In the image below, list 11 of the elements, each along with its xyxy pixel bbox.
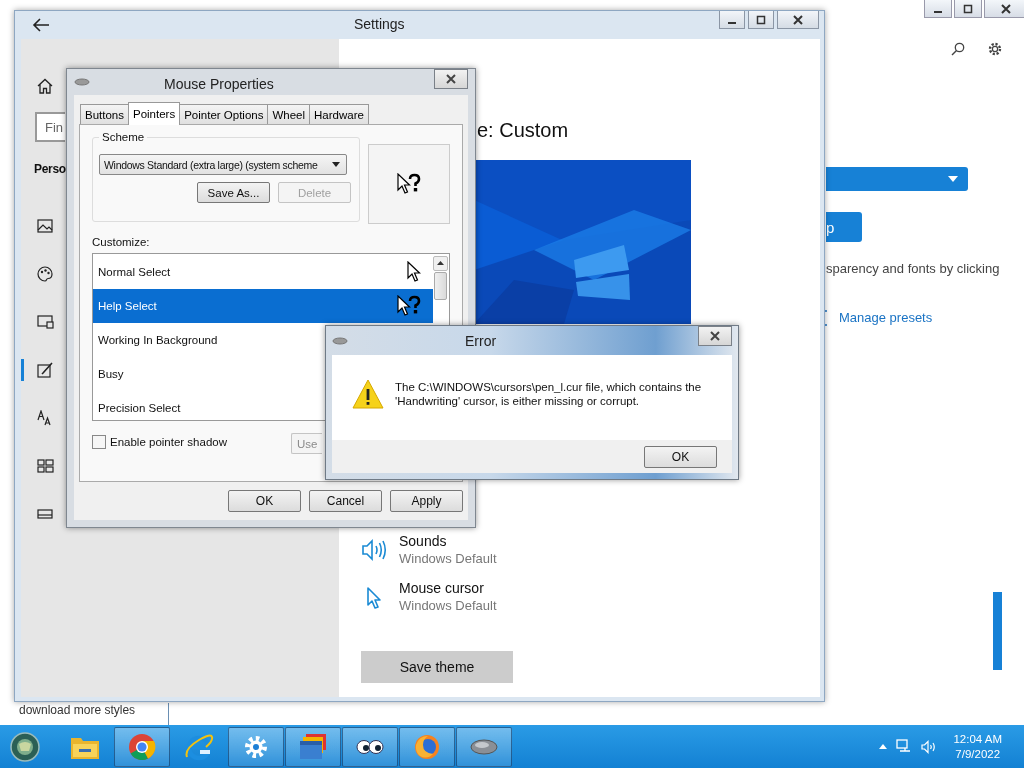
error-message: The C:\WINDOWS\cursors\pen_l.cur file, which contains the 'Handwriting' cursor, is either missing or corrupt.: [395, 379, 703, 408]
item-value: Windows Default: [399, 551, 497, 566]
item-value: Windows Default: [399, 598, 497, 613]
dialog-title: Error: [465, 333, 497, 349]
customize-label: Customize:: [92, 236, 151, 248]
description-text: sparency and fonts by clicking: [826, 261, 1000, 276]
dialog-title: Mouse Properties: [164, 76, 274, 92]
section-heading: Perso: [34, 162, 66, 176]
group-label: Scheme: [99, 131, 148, 143]
window-title: Settings: [354, 16, 405, 32]
page-heading: e: Custom: [477, 119, 569, 142]
